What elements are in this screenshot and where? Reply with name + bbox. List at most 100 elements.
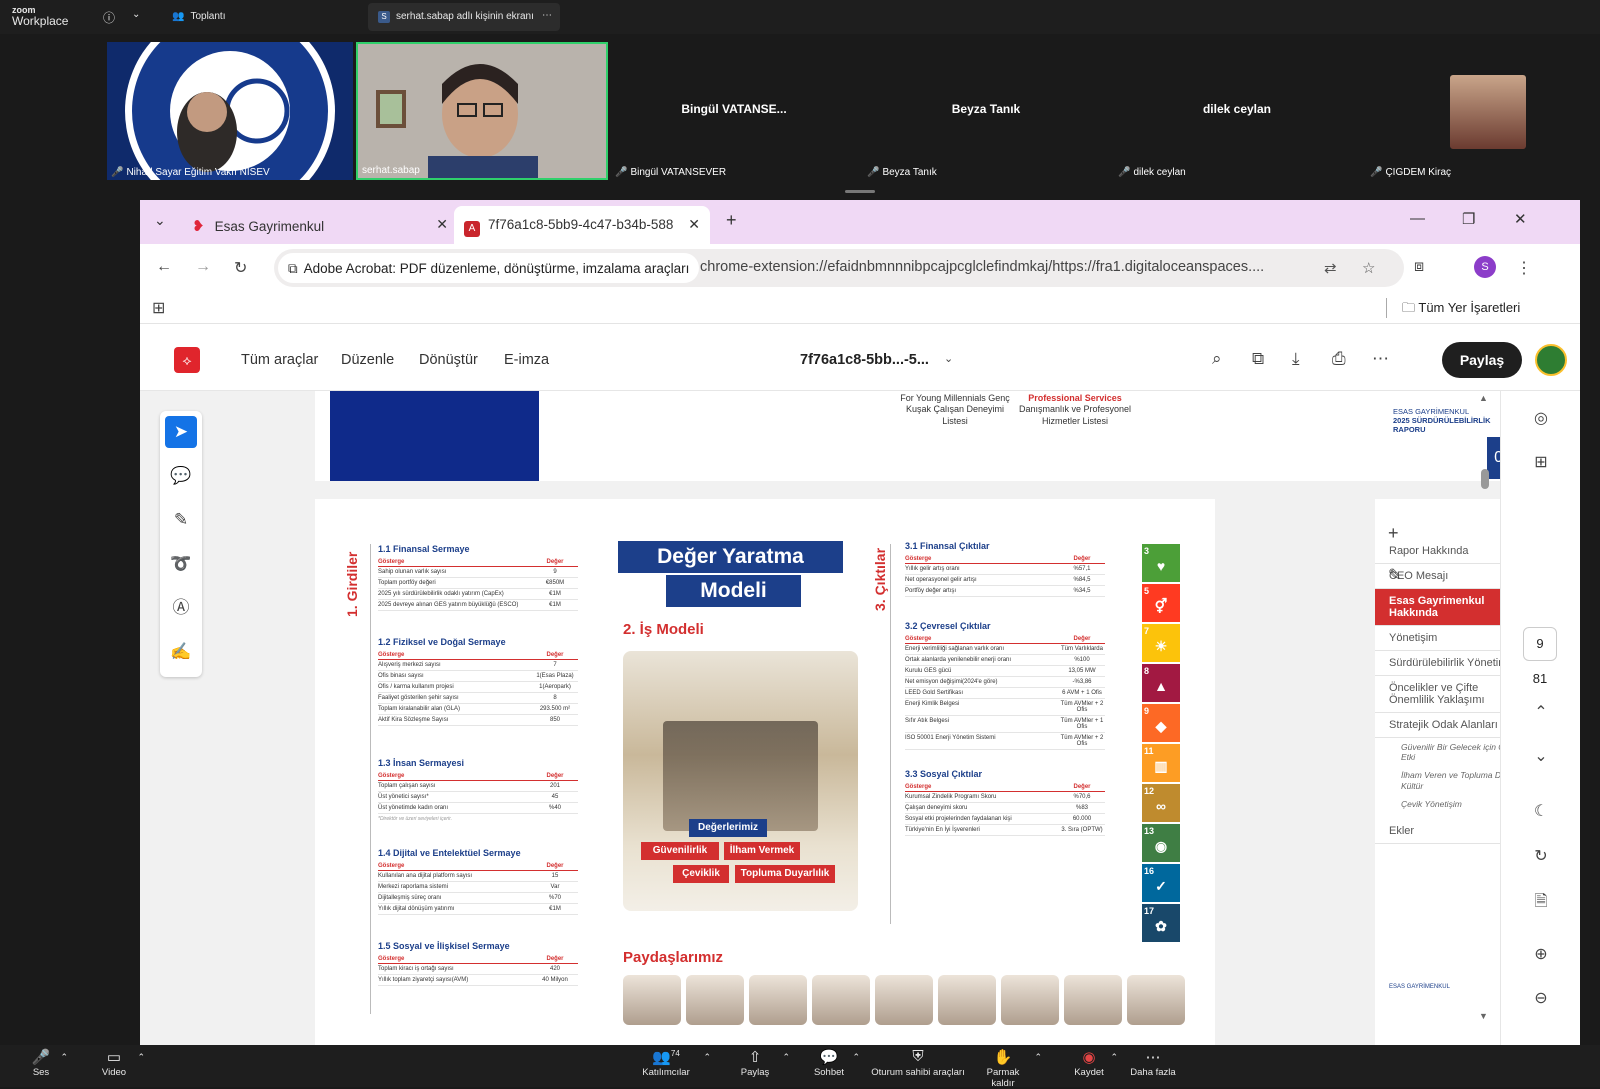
apps-grid-icon[interactable]: ⊞ xyxy=(152,298,165,318)
share-screen-button[interactable]: ⇧ Paylaş ⌃ xyxy=(740,1048,790,1078)
more-button[interactable]: ⋯ Daha fazla xyxy=(1130,1048,1176,1078)
scroll-up-icon[interactable]: ▲ xyxy=(1479,393,1488,403)
tab-pdf-active[interactable]: A 7f76a1c8-5bb9-4c47-b34b-588 ✕ xyxy=(454,206,710,244)
scroll-down-icon[interactable]: ▼ xyxy=(1479,1011,1488,1021)
new-tab-icon[interactable]: + xyxy=(726,210,737,231)
download-icon[interactable]: ⤓ xyxy=(1292,349,1300,369)
host-tools-button[interactable]: ⛨ Oturum sahibi araçları xyxy=(870,1048,966,1078)
acrobat-logo-icon[interactable]: ⟡ xyxy=(174,347,200,373)
participant-tile[interactable]: Bingül VATANSE... 🎤 Bingül VATANSEVER xyxy=(611,42,857,180)
table-row: Alışveriş merkezi sayısı 7 xyxy=(378,660,578,672)
extract-page-icon[interactable]: 🗎 xyxy=(1525,886,1557,918)
lasso-draw-icon[interactable]: ➰ xyxy=(165,548,197,580)
browser-menu-icon[interactable]: ⋮ xyxy=(1516,258,1532,278)
more-icon: ⋯ xyxy=(1145,1049,1161,1066)
info-icon[interactable]: ⓘ xyxy=(103,9,115,26)
scrollbar-thumb[interactable] xyxy=(1481,469,1489,489)
site-info-chip[interactable]: ⧉ Adobe Acrobat: PDF düzenleme, dönüştürm… xyxy=(278,253,700,283)
zoom-in-icon[interactable]: ⊕ xyxy=(1525,939,1557,971)
raise-hand-button[interactable]: ✋ Parmak kaldır ⌃ xyxy=(974,1048,1042,1089)
page-up-icon[interactable]: ⌃ xyxy=(1525,697,1557,729)
screen-share-label[interactable]: Sserhat.sabap adlı kişinin ekranı ⋯ xyxy=(368,3,560,31)
row-label: Toplam kiralanabilir alan (GLA) xyxy=(378,706,461,713)
menu-convert[interactable]: Dönüştür xyxy=(419,352,478,368)
highlight-pen-icon[interactable]: ✎ xyxy=(165,504,197,536)
close-tab-icon[interactable]: ✕ xyxy=(688,216,700,233)
participants-button[interactable]: 👥74 Katılımcılar ⌃ xyxy=(641,1048,711,1078)
sign-icon[interactable]: ✍ xyxy=(165,636,197,668)
extensions-puzzle-icon[interactable]: ⧈ xyxy=(1414,258,1424,276)
translate-icon[interactable]: ⇄ xyxy=(1324,259,1337,277)
url-text[interactable]: chrome-extension://efaidnbmnnnibpcajpcgl… xyxy=(700,259,1264,275)
share-button[interactable]: Paylaş xyxy=(1442,342,1522,378)
current-page-input[interactable]: 9 xyxy=(1523,627,1557,661)
meeting-button[interactable]: 👥 Toplantı xyxy=(172,11,225,22)
tab-search-chevron-icon[interactable]: ⌄ xyxy=(154,212,166,229)
sdg-number: 13 xyxy=(1144,826,1155,836)
participant-tile[interactable]: Beyza Tanık 🎤 Beyza Tanık xyxy=(863,42,1109,180)
vertical-scrollbar[interactable]: ▲ ▼ xyxy=(1478,391,1494,1045)
menu-esign[interactable]: E-imza xyxy=(504,352,549,368)
chevron-up-icon[interactable]: ⌃ xyxy=(852,1052,860,1063)
participant-tile[interactable]: dilek ceylan 🎤 dilek ceylan xyxy=(1114,42,1360,180)
all-bookmarks-button[interactable]: 🗀 Tüm Yer İşaretleri xyxy=(1402,299,1520,321)
participant-video xyxy=(358,44,606,178)
ai-assistant-icon[interactable]: ◎ xyxy=(1525,403,1557,435)
comment-icon[interactable]: 💬 xyxy=(165,460,197,492)
menu-all-tools[interactable]: Tüm araçlar xyxy=(241,352,318,368)
video-button[interactable]: ▭ Video ⌃ xyxy=(97,1048,145,1078)
strip-drag-handle[interactable] xyxy=(845,190,875,193)
bookmark-star-icon[interactable]: ☆ xyxy=(1362,259,1375,277)
pdf-viewport[interactable]: For Young Millennials Genç Kuşak Çalışan… xyxy=(140,391,1500,1045)
more-options-icon[interactable]: ⋯ xyxy=(542,10,552,21)
pencil-icon[interactable]: ✎ xyxy=(1388,565,1401,585)
close-window-icon[interactable]: ✕ xyxy=(1514,210,1527,228)
profile-avatar[interactable]: S xyxy=(1474,256,1496,278)
chevron-down-icon[interactable]: ⌄ xyxy=(132,9,140,20)
row-value: 9 xyxy=(553,569,557,575)
column-header: Değer xyxy=(546,773,564,779)
table-row: Üst yönetimde kadın oranı %40 xyxy=(378,803,578,814)
text-select-icon[interactable]: Ⓐ xyxy=(165,592,197,624)
more-icon[interactable]: ⋯ xyxy=(1372,349,1389,369)
chevron-up-icon[interactable]: ⌃ xyxy=(1034,1052,1042,1063)
reload-icon[interactable]: ↻ xyxy=(234,258,247,278)
chevron-down-icon[interactable]: ⌄ xyxy=(944,352,953,365)
page-thumbnails-icon[interactable]: ⧉ xyxy=(1252,349,1264,369)
user-avatar[interactable] xyxy=(1535,344,1567,376)
file-title[interactable]: 7f76a1c8-5bb...-5... xyxy=(800,352,929,368)
add-icon[interactable]: + xyxy=(1388,523,1399,544)
address-bar[interactable]: ⧉ Adobe Acrobat: PDF düzenleme, dönüştürm… xyxy=(274,249,1404,287)
rotate-icon[interactable]: ↻ xyxy=(1525,841,1557,873)
tab-esas-gayrimenkul[interactable]: ❥ Esas Gayrimenkul ✕ xyxy=(192,206,448,244)
chevron-up-icon[interactable]: ⌃ xyxy=(60,1052,68,1063)
address-row: ← → ↻ ⧉ Adobe Acrobat: PDF düzenleme, dön… xyxy=(140,244,1580,292)
pdf-page-previous: For Young Millennials Genç Kuşak Çalışan… xyxy=(315,391,1375,481)
audio-button[interactable]: 🎤 Ses ⌃ xyxy=(28,1048,68,1078)
column-header: Değer xyxy=(546,862,564,869)
print-icon[interactable]: ⎙ xyxy=(1332,349,1346,369)
back-icon[interactable]: ← xyxy=(156,258,172,276)
page-down-icon[interactable]: ⌄ xyxy=(1525,741,1557,773)
chevron-up-icon[interactable]: ⌃ xyxy=(703,1052,711,1063)
record-button[interactable]: ◉ Kaydet ⌃ xyxy=(1074,1048,1118,1078)
outputs-label: 3. Çıktılar xyxy=(872,547,888,611)
participant-tile[interactable]: 🎤 ÇIGDEM Kiraç xyxy=(1366,42,1600,180)
close-tab-icon[interactable]: ✕ xyxy=(436,216,448,233)
participant-tile-active-speaker[interactable]: serhat.sabap xyxy=(356,42,608,180)
forward-icon[interactable]: → xyxy=(195,258,211,276)
chevron-up-icon[interactable]: ⌃ xyxy=(1110,1052,1118,1063)
zoom-out-icon[interactable]: ⊖ xyxy=(1525,983,1557,1015)
restore-icon[interactable]: ❐ xyxy=(1462,210,1475,228)
section-title: 1.2 Fiziksel ve Doğal Sermaye xyxy=(378,637,506,648)
chat-button[interactable]: 💬 Sohbet ⌃ xyxy=(812,1048,860,1078)
participant-tile[interactable]: 🎤 Nihad Sayar Eğitim Vakfı NİSEV xyxy=(107,42,353,180)
chevron-up-icon[interactable]: ⌃ xyxy=(137,1052,145,1063)
menu-edit[interactable]: Düzenle xyxy=(341,352,394,368)
select-cursor-icon[interactable]: ➤ xyxy=(165,416,197,448)
thumbnails-grid-icon[interactable]: ⊞ xyxy=(1525,447,1557,479)
search-icon[interactable]: ⌕ xyxy=(1212,349,1222,369)
dark-mode-icon[interactable]: ☾ xyxy=(1525,796,1557,828)
chevron-up-icon[interactable]: ⌃ xyxy=(782,1052,790,1063)
minimize-icon[interactable]: — xyxy=(1410,210,1425,227)
